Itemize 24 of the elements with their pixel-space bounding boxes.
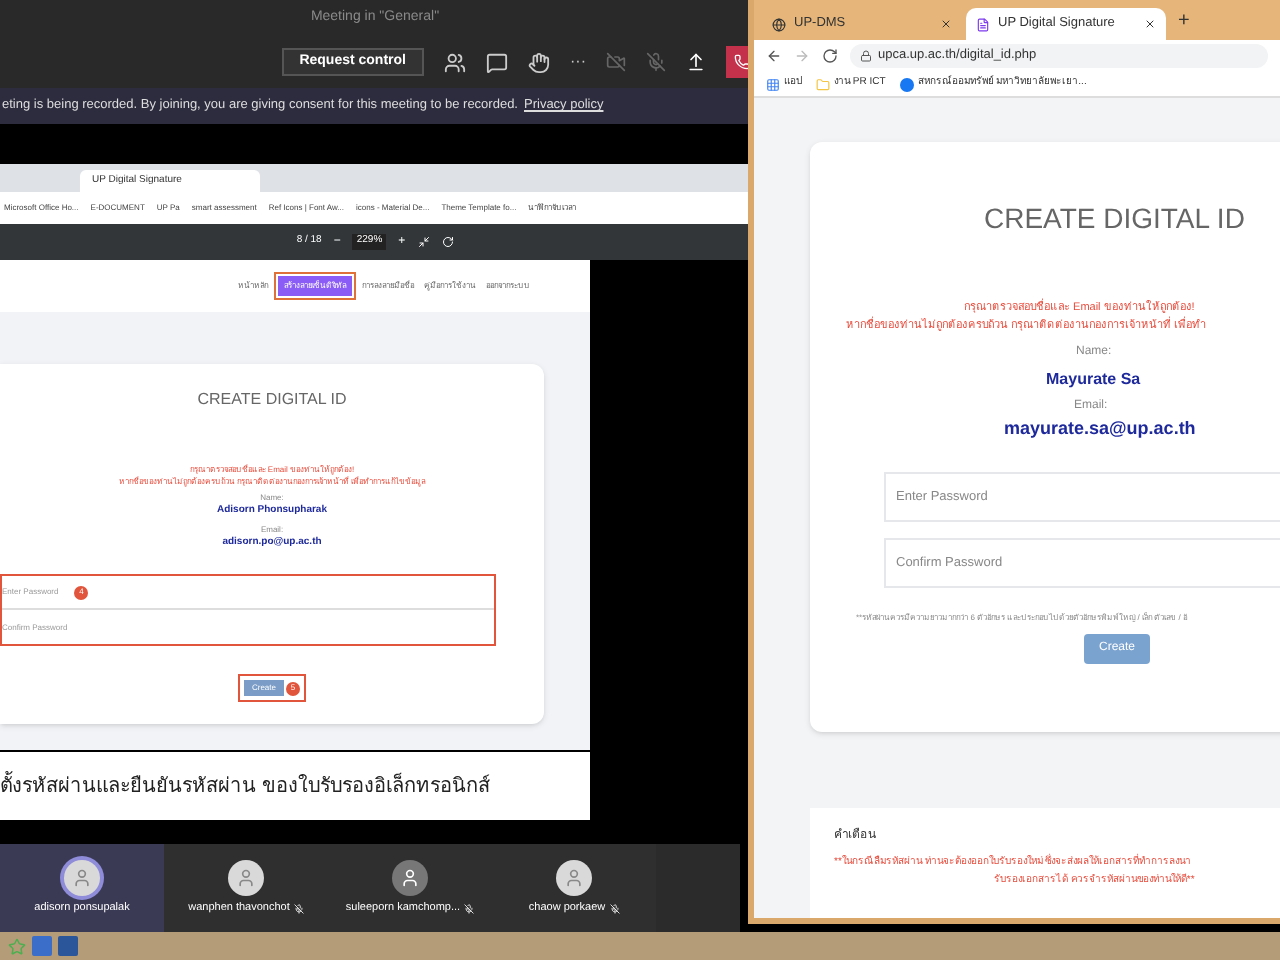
name-text: Mayurate Sa [1046,368,1143,392]
card-title: CREATE DIGITAL ID [197,388,347,412]
reload-icon[interactable] [822,48,838,64]
new-tab-button[interactable]: + [1170,5,1198,35]
back-icon[interactable] [766,48,782,64]
hand-icon[interactable] [528,51,550,73]
fit-icon[interactable] [417,236,430,248]
chat-icon[interactable] [486,51,508,73]
card-title: CREATE DIGITAL ID [984,200,1247,238]
globe-icon [772,17,786,31]
participants-icon[interactable] [444,51,466,73]
mic-off-icon[interactable] [646,52,666,72]
grid-icon [766,77,780,91]
folder-icon [816,77,830,91]
email-text: mayurate.sa@up.ac.th [1004,416,1198,442]
close-icon[interactable] [1144,18,1156,30]
hang-up-button[interactable] [726,46,750,78]
more-button[interactable]: ··· [570,50,586,74]
share-icon[interactable] [686,52,706,72]
camera-off-icon[interactable] [606,52,626,72]
close-icon[interactable] [940,18,952,30]
rotate-icon[interactable] [441,236,454,248]
document-icon [976,17,990,31]
document-caption: ตั้งรหัสผ่านและยืนยันรหัสผ่าน ของใบรับรองอิเล็กทรอนิกส์ [0,771,490,801]
